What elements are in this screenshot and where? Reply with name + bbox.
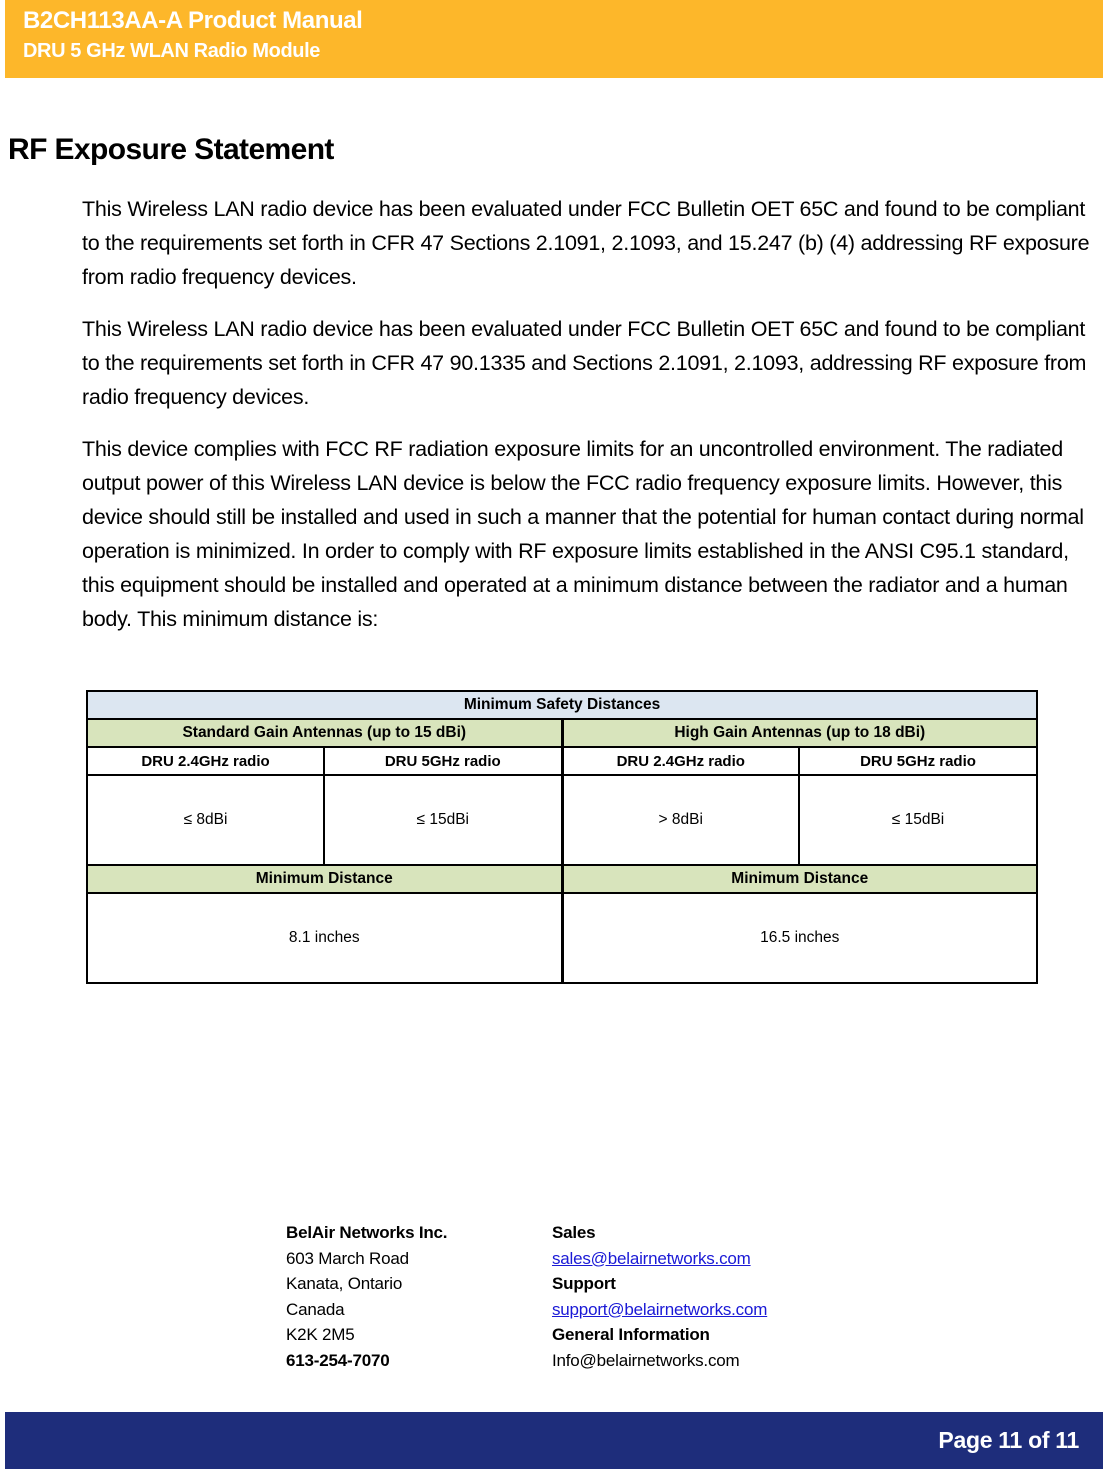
column-header-standard-5ghz: DRU 5GHz radio	[323, 746, 564, 776]
distance-label-high: Minimum Distance	[560, 864, 1039, 894]
general-information-email: Info@belairnetworks.com	[552, 1350, 740, 1370]
contact-address-column: BelAir Networks Inc. 603 March Road Kana…	[286, 1220, 552, 1373]
contact-block: BelAir Networks Inc. 603 March Road Kana…	[286, 1220, 846, 1373]
sales-label: Sales	[552, 1223, 596, 1242]
body-copy: This Wireless LAN radio device has been …	[82, 192, 1094, 636]
gain-value-high-5ghz: ≤ 15dBi	[797, 774, 1039, 866]
column-header-high-24ghz: DRU 2.4GHz radio	[561, 746, 800, 776]
distance-label-standard: Minimum Distance	[86, 864, 564, 894]
company-name: BelAir Networks Inc.	[286, 1223, 448, 1242]
distance-value-high: 16.5 inches	[560, 892, 1039, 984]
table-row: Minimum Distance Minimum Distance	[86, 864, 1039, 894]
document-footer-bar: Page 11 of 11	[5, 1412, 1103, 1469]
document-subtitle: DRU 5 GHz WLAN Radio Module	[23, 40, 320, 62]
support-email-link[interactable]: support@belairnetworks.com	[552, 1297, 846, 1323]
gain-value-standard-5ghz: ≤ 15dBi	[323, 774, 564, 866]
group-header-high-gain: High Gain Antennas (up to 18 dBi)	[560, 718, 1039, 748]
distance-value-standard: 8.1 inches	[86, 892, 564, 984]
column-header-high-5ghz: DRU 5GHz radio	[797, 746, 1039, 776]
contact-email-column: Sales sales@belairnetworks.com Support s…	[552, 1220, 846, 1373]
document-title: B2CH113AA-A Product Manual	[23, 7, 363, 34]
table-row: 8.1 inches 16.5 inches	[86, 892, 1039, 984]
table-title-cell: Minimum Safety Distances	[85, 690, 1039, 720]
table-row: DRU 2.4GHz radio DRU 5GHz radio DRU 2.4G…	[86, 746, 1039, 776]
document-header-bar: B2CH113AA-A Product Manual DRU 5 GHz WLA…	[5, 0, 1103, 78]
group-header-standard-gain: Standard Gain Antennas (up to 15 dBi)	[86, 718, 564, 748]
table-row: Minimum Safety Distances	[85, 690, 1039, 720]
page-number-label: Page 11 of 11	[938, 1427, 1079, 1453]
general-information-label: General Information	[552, 1325, 710, 1344]
paragraph-2: This Wireless LAN radio device has been …	[82, 317, 1087, 409]
section-heading: RF Exposure Statement	[8, 133, 334, 166]
paragraph-1: This Wireless LAN radio device has been …	[82, 197, 1090, 289]
sales-email-link[interactable]: sales@belairnetworks.com	[552, 1246, 846, 1272]
address-street: 603 March Road	[286, 1248, 409, 1268]
support-label: Support	[552, 1274, 616, 1293]
minimum-safety-distances-table: Minimum Safety Distances Standard Gain A…	[85, 690, 1039, 984]
table-row: Standard Gain Antennas (up to 15 dBi) Hi…	[86, 718, 1039, 748]
address-city: Kanata, Ontario	[286, 1274, 403, 1293]
column-header-standard-24ghz: DRU 2.4GHz radio	[86, 746, 325, 776]
phone-number: 613-254-7070	[286, 1350, 390, 1370]
address-country: Canada	[286, 1299, 345, 1319]
paragraph-3: This device complies with FCC RF radiati…	[82, 437, 1084, 631]
gain-value-high-24ghz: > 8dBi	[561, 774, 800, 866]
gain-value-standard-24ghz: ≤ 8dBi	[86, 774, 325, 866]
table-row: ≤ 8dBi ≤ 15dBi > 8dBi ≤ 15dBi	[86, 774, 1039, 866]
address-postal-code: K2K 2M5	[286, 1325, 355, 1344]
